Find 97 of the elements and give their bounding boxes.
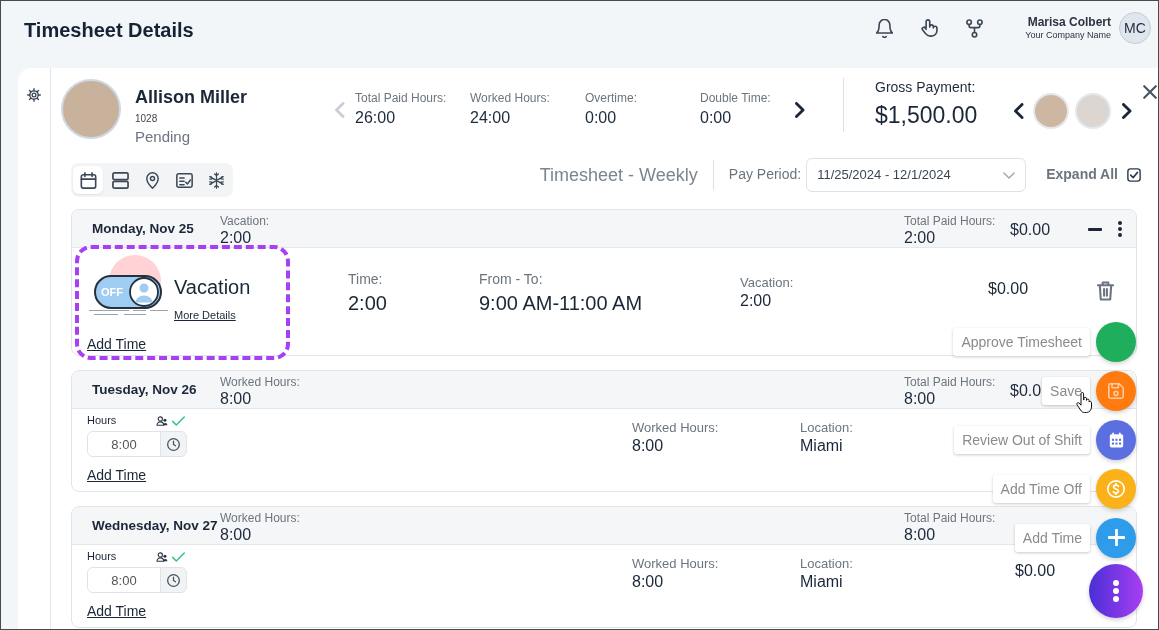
delete-icon[interactable]	[1097, 281, 1114, 301]
settings-icon[interactable]	[27, 88, 41, 102]
action-label[interactable]: Add Time Off	[992, 474, 1090, 503]
more-menu-icon	[1113, 580, 1119, 602]
caret-icon	[1003, 171, 1016, 179]
user-name: Marisa Colbert	[1026, 15, 1111, 30]
entry-title: Vacation	[174, 275, 251, 299]
field-label: From - To:	[479, 271, 543, 288]
field-value: Miami	[800, 572, 843, 591]
field-label: Vacation:	[740, 275, 794, 291]
stat-label: Worked Hours:	[470, 91, 550, 105]
dollar-coin-icon	[1107, 479, 1125, 498]
user-avatar[interactable]: MC	[1119, 12, 1151, 44]
notification-bell-icon[interactable]	[876, 18, 893, 38]
total-value: 8:00	[904, 389, 936, 408]
field-value: 8:00	[632, 572, 664, 591]
day-date: Tuesday, Nov 26	[92, 381, 198, 398]
gross-payment-label: Gross Payment:	[875, 79, 976, 96]
field-label: Location:	[800, 556, 853, 572]
company-name: Your Company Name	[1024, 29, 1111, 41]
clock-button[interactable]	[160, 431, 187, 457]
rows-icon	[111, 171, 129, 189]
page-title: Timesheet Details	[24, 19, 194, 41]
day-amount: $0.0	[1010, 381, 1042, 400]
expand-all-label[interactable]: Expand All	[1046, 166, 1118, 183]
pay-period-label: Pay Period:	[728, 166, 802, 183]
entry-amount: $0.00	[1015, 561, 1056, 580]
summary-label: Worked Hours:	[220, 375, 300, 389]
stat-value: 26:00	[355, 108, 396, 127]
snowflake-icon	[207, 171, 225, 189]
hours-input[interactable]: 8:00	[87, 567, 161, 593]
summary-value: 2:00	[220, 228, 252, 247]
calendar-icon	[79, 171, 97, 189]
close-icon[interactable]	[1143, 85, 1157, 99]
field-label: Worked Hours:	[632, 556, 719, 572]
field-value: 2:00	[348, 291, 387, 315]
chevron-left-icon[interactable]	[1014, 103, 1024, 119]
view-title: Timesheet - Weekly	[539, 164, 698, 186]
field-value: 9:00 AM-11:00 AM	[479, 291, 643, 315]
summary-value: 8:00	[220, 389, 252, 408]
pointing-hand-icon[interactable]	[921, 19, 938, 37]
more-menu-icon[interactable]	[1118, 221, 1122, 237]
entry-amount: $0.00	[988, 279, 1030, 298]
hours-input[interactable]: 8:00	[87, 431, 161, 457]
stat-label: Total Paid Hours:	[355, 91, 447, 105]
checklist-icon	[175, 171, 193, 189]
toggle-label: OFF	[101, 286, 123, 298]
checkbox[interactable]	[1127, 168, 1141, 182]
action-label[interactable]: Review Out of Shift	[954, 425, 1090, 454]
stat-value: 0:00	[585, 108, 617, 127]
calendar-icon	[1108, 431, 1124, 448]
field-value: 2:00	[740, 291, 772, 310]
location-pin-icon	[143, 171, 161, 189]
hours-label: Hours	[87, 550, 117, 563]
day-amount: $0.00	[1010, 220, 1051, 239]
stat-value: 24:00	[470, 108, 511, 127]
chevron-right-icon[interactable]	[1122, 103, 1132, 119]
field-label: Time:	[348, 271, 383, 288]
total-label: Total Paid Hours:	[904, 375, 996, 389]
field-value: Miami	[800, 436, 843, 455]
clock-button[interactable]	[160, 567, 187, 593]
field-label: Worked Hours:	[632, 420, 719, 436]
add-time-link[interactable]: Add Time	[87, 336, 147, 354]
add-time-link[interactable]: Add Time	[87, 603, 147, 620]
summary-value: 8:00	[220, 525, 252, 544]
day-date: Monday, Nov 25	[92, 220, 195, 237]
action-label[interactable]: Approve Timesheet	[953, 327, 1090, 356]
clock-icon	[167, 573, 180, 587]
view-tab[interactable]	[73, 166, 103, 194]
pay-period-select[interactable]: 11/25/2024 - 12/1/2024	[806, 158, 1027, 192]
clock-icon	[167, 437, 180, 451]
more-details-link[interactable]: More Details	[174, 309, 236, 322]
summary-label: Vacation:	[220, 214, 270, 228]
summary-label: Worked Hours:	[220, 511, 300, 525]
hours-label: Hours	[87, 414, 117, 427]
total-value: 2:00	[904, 228, 936, 247]
status-text: Pending	[135, 128, 191, 146]
action-label[interactable]: Add Time	[1014, 523, 1090, 552]
people-icon	[156, 551, 168, 562]
gross-payment-value: $1,500.00	[875, 101, 978, 130]
stat-value: 0:00	[700, 108, 732, 127]
field-label: Location:	[800, 420, 853, 436]
total-label: Total Paid Hours:	[904, 214, 996, 228]
stat-label: Overtime:	[585, 91, 637, 105]
employee-id: 1028	[135, 113, 158, 125]
plus-icon	[1107, 529, 1125, 546]
employee-name: Allison Miller	[135, 86, 248, 108]
field-value: 8:00	[632, 436, 664, 455]
total-label: Total Paid Hours:	[904, 511, 996, 525]
stat-label: Double Time:	[700, 91, 771, 105]
chevron-right-icon[interactable]	[795, 102, 805, 118]
add-time-link[interactable]: Add Time	[87, 467, 147, 484]
photo-placeholder	[61, 79, 121, 139]
day-date: Wednesday, Nov 27	[92, 517, 219, 534]
total-value: 8:00	[904, 525, 936, 544]
hierarchy-icon[interactable]	[966, 18, 983, 38]
people-icon	[156, 415, 168, 426]
